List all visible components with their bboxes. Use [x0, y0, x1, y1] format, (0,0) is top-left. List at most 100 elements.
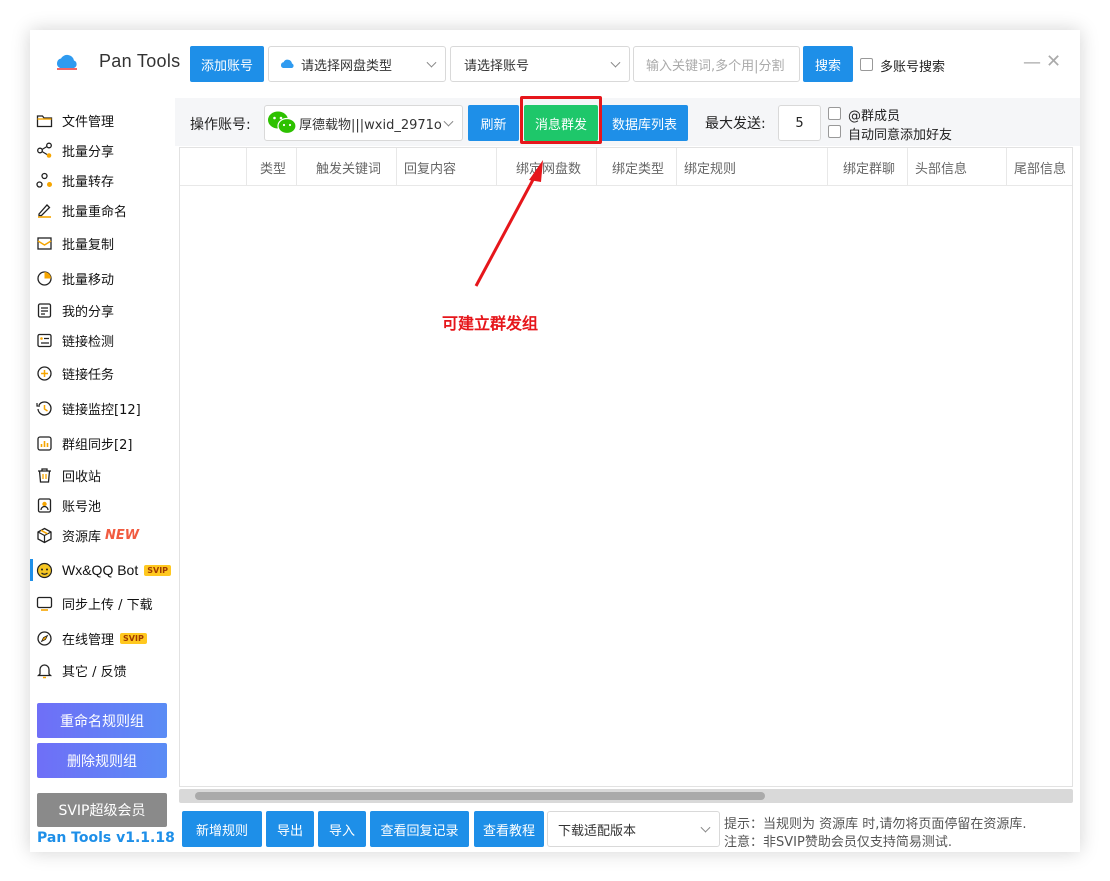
annotation-text: 可建立群发组 — [442, 314, 539, 333]
add-rule-button[interactable]: 新增规则 — [182, 811, 262, 847]
share-icon — [37, 142, 52, 158]
highlight-box — [520, 96, 602, 144]
sidebar-item-file-manage[interactable]: 文件管理 — [36, 106, 114, 134]
sidebar-item-label: 群组同步[2] — [62, 437, 133, 453]
view-reply-log-button[interactable]: 查看回复记录 — [370, 811, 469, 847]
sidebar-item-label: 文件管理 — [62, 114, 115, 130]
horizontal-scrollbar[interactable] — [179, 789, 1073, 803]
at-members-checkbox[interactable] — [828, 107, 841, 120]
link-task-icon — [37, 365, 52, 381]
auto-accept-checkbox[interactable] — [828, 125, 841, 138]
search-button[interactable]: 搜索 — [803, 46, 853, 82]
export-button[interactable]: 导出 — [266, 811, 314, 847]
at-members-label: @群成员 — [848, 109, 901, 124]
column-header[interactable]: 头部信息 — [908, 148, 1007, 186]
multi-account-search-label: 多账号搜索 — [880, 60, 946, 75]
operate-account-value: 厚德载物|||wxid_2971o — [299, 117, 442, 133]
sidebar-item-batch-copy[interactable]: 批量复制 — [36, 229, 114, 257]
max-send-input[interactable]: 5 — [778, 105, 821, 141]
column-header-select[interactable] — [180, 148, 247, 186]
column-header[interactable]: 触发关键词 — [297, 148, 397, 186]
view-tutorial-button[interactable]: 查看教程 — [474, 811, 544, 847]
sidebar-item-link-task[interactable]: 链接任务 — [36, 359, 114, 387]
scrollbar-thumb[interactable] — [195, 792, 765, 800]
sidebar-item-label: 批量移动 — [62, 272, 115, 288]
max-send-label: 最大发送: — [705, 116, 766, 132]
cloud-logo-icon — [56, 54, 77, 70]
sidebar-item-other-feedback[interactable]: 其它 / 反馈 — [36, 656, 127, 684]
folder-icon — [36, 114, 53, 127]
download-version-placeholder: 下载适配版本 — [558, 823, 637, 839]
my-share-icon — [37, 302, 52, 318]
add-account-button[interactable]: 添加账号 — [190, 46, 264, 82]
sidebar-item-recycle-bin[interactable]: 回收站 — [36, 461, 101, 489]
account-select[interactable]: 请选择账号 — [450, 46, 630, 82]
svip-member-button[interactable]: SVIP超级会员 — [37, 793, 167, 827]
wechat-icon — [268, 111, 297, 135]
download-version-select[interactable]: 下载适配版本 — [547, 811, 720, 847]
sync-icon — [36, 596, 53, 611]
sidebar-item-label: 回收站 — [62, 469, 102, 485]
move-icon — [37, 270, 52, 286]
sidebar-item-label: 同步上传 / 下载 — [62, 597, 153, 613]
close-icon[interactable]: ✕ — [1046, 51, 1061, 72]
sidebar-item-label: 链接监控[12] — [62, 402, 141, 418]
app-title: Pan Tools — [99, 51, 181, 71]
column-header[interactable]: 绑定网盘数 — [497, 148, 597, 186]
import-button[interactable]: 导入 — [318, 811, 366, 847]
sidebar-item-label: 批量分享 — [62, 144, 115, 160]
column-header[interactable]: 绑定规则 — [677, 148, 828, 186]
sidebar-item-online-manage[interactable]: 在线管理 SVIP — [36, 624, 147, 652]
keyword-input[interactable]: 输入关键词,多个用|分割 — [633, 46, 800, 82]
delete-rule-group-button[interactable]: 删除规则组 — [37, 743, 167, 778]
refresh-button[interactable]: 刷新 — [468, 105, 519, 141]
sidebar-item-resource-library[interactable]: 资源库 NEW — [36, 521, 139, 549]
keyword-placeholder: 输入关键词,多个用|分割 — [646, 58, 785, 74]
sidebar-item-my-share[interactable]: 我的分享 — [36, 296, 114, 324]
sidebar-item-link-monitor[interactable]: 链接监控[12] — [36, 394, 141, 422]
multi-account-search-checkbox[interactable] — [860, 58, 873, 71]
tip-line-2: 注意：非SVIP赞助会员仅支持简易测试. — [724, 835, 952, 850]
column-header[interactable]: 类型 — [247, 148, 297, 186]
monitor-icon — [36, 400, 52, 416]
database-list-button[interactable]: 数据库列表 — [601, 105, 688, 141]
sidebar-item-account-pool[interactable]: 账号池 — [36, 491, 101, 519]
disk-type-placeholder: 请选择网盘类型 — [301, 58, 393, 74]
sidebar-item-wx-qq-bot[interactable]: Wx&QQ Bot SVIP — [29, 556, 172, 584]
sidebar-item-batch-rename[interactable]: 批量重命名 — [36, 196, 127, 224]
minimize-icon[interactable]: — — [1023, 52, 1041, 73]
svip-badge: SVIP — [144, 564, 172, 576]
trash-icon — [38, 467, 51, 483]
chevron-down-icon — [700, 822, 711, 833]
sidebar-item-link-check[interactable]: 链接检测 — [36, 326, 114, 354]
sidebar-item-batch-transfer[interactable]: 批量转存 — [36, 166, 114, 194]
auto-accept-label: 自动同意添加好友 — [848, 128, 953, 143]
bell-icon — [36, 663, 53, 678]
sidebar-item-label: Wx&QQ Bot — [62, 562, 139, 578]
column-header[interactable]: 绑定类型 — [597, 148, 677, 186]
sidebar-item-label: 账号池 — [62, 499, 102, 515]
rename-rule-group-button[interactable]: 重命名规则组 — [37, 703, 167, 738]
operate-account-select[interactable]: 厚德载物|||wxid_2971o — [264, 105, 463, 141]
sidebar-item-label: 其它 / 反馈 — [62, 664, 127, 680]
chevron-down-icon — [443, 116, 454, 127]
rules-table: 类型 触发关键词 回复内容 绑定网盘数 绑定类型 绑定规则 绑定群聊 头部信息 … — [179, 147, 1073, 787]
sidebar-item-label: 资源库 — [62, 529, 102, 545]
group-sync-icon — [37, 435, 52, 451]
app-window: Pan Tools 添加账号 请选择网盘类型 请选择账号 输入关键词,多个用|分… — [29, 30, 1080, 852]
cloud-icon — [280, 59, 294, 68]
disk-type-select[interactable]: 请选择网盘类型 — [268, 46, 446, 82]
column-header[interactable]: 回复内容 — [397, 148, 497, 186]
tip-line-1: 提示：当规则为 资源库 时,请勿将页面停留在资源库. — [724, 817, 1027, 832]
rename-icon — [38, 203, 51, 218]
sidebar-item-sync-upload-download[interactable]: 同步上传 / 下载 — [36, 589, 153, 617]
account-select-placeholder: 请选择账号 — [464, 58, 530, 74]
column-header[interactable]: 尾部信息 — [1007, 148, 1072, 186]
sidebar-item-group-sync[interactable]: 群组同步[2] — [36, 429, 132, 457]
sidebar-item-batch-share[interactable]: 批量分享 — [36, 136, 114, 164]
copy-icon — [37, 236, 52, 250]
column-header[interactable]: 绑定群聊 — [828, 148, 908, 186]
sidebar-item-batch-move[interactable]: 批量移动 — [36, 264, 114, 292]
account-pool-icon — [37, 497, 52, 513]
sidebar-item-label: 链接检测 — [62, 334, 115, 350]
